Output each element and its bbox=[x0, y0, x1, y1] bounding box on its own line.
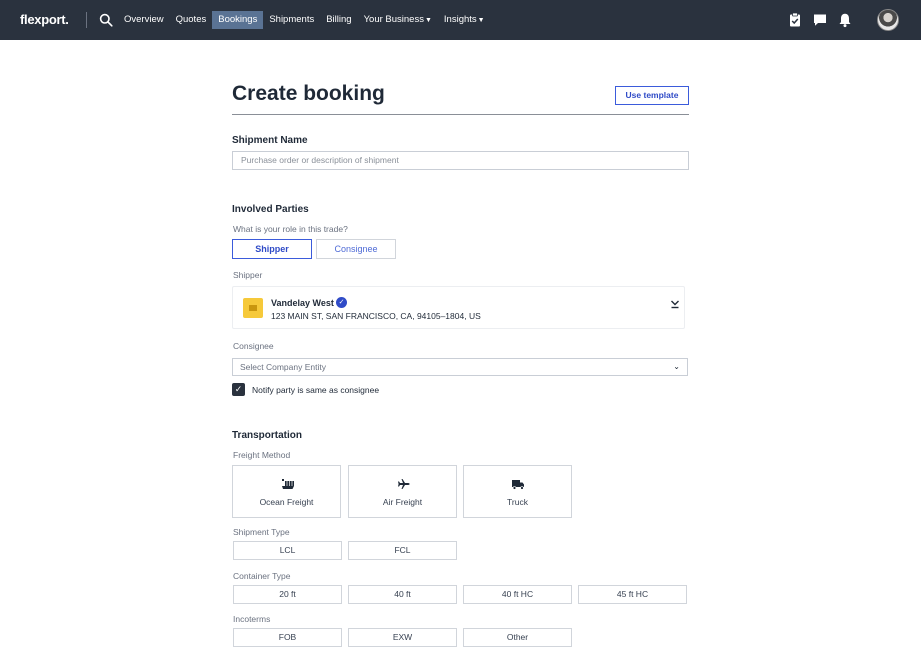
use-template-button[interactable]: Use template bbox=[615, 86, 689, 105]
container-type-40ft-hc[interactable]: 40 ft HC bbox=[463, 585, 572, 604]
shipper-card[interactable]: Vandelay West ✓ 123 MAIN ST, SAN FRANCIS… bbox=[232, 286, 685, 329]
notify-party-label: Notify party is same as consignee bbox=[252, 385, 380, 395]
role-consignee-toggle[interactable]: Consignee bbox=[316, 239, 396, 259]
container-type-40ft[interactable]: 40 ft bbox=[348, 585, 457, 604]
chevron-down-icon[interactable] bbox=[670, 298, 680, 310]
nav-item-shipments[interactable]: Shipments bbox=[263, 11, 320, 29]
avatar[interactable] bbox=[877, 9, 899, 31]
incoterm-exw[interactable]: EXW bbox=[348, 628, 457, 647]
clipboard-check-icon[interactable] bbox=[787, 12, 803, 28]
truck-icon bbox=[512, 480, 524, 490]
shipper-name: Vandelay West bbox=[271, 298, 334, 308]
container-type-20ft[interactable]: 20 ft bbox=[233, 585, 342, 604]
top-nav-bar: flexport. Overview Quotes Bookings Shipm… bbox=[0, 0, 921, 40]
nav-item-label: Quotes bbox=[175, 14, 207, 25]
nav-item-overview[interactable]: Overview bbox=[118, 11, 170, 29]
incoterms-label: Incoterms bbox=[233, 614, 271, 624]
nav-item-label: Bookings bbox=[218, 14, 258, 25]
nav-item-label: Overview bbox=[124, 14, 164, 25]
page-title: Create booking bbox=[232, 82, 385, 105]
shipment-type-label: Shipment Type bbox=[233, 527, 290, 537]
nav-item-billing[interactable]: Billing bbox=[320, 11, 357, 29]
incoterm-other[interactable]: Other bbox=[463, 628, 572, 647]
consignee-select[interactable]: Select Company Entity ⌄ bbox=[232, 358, 688, 376]
nav-item-your-business[interactable]: Your Business▼ bbox=[358, 11, 438, 29]
freight-ocean-card[interactable]: Ocean Freight bbox=[232, 465, 341, 518]
verified-check-icon: ✓ bbox=[336, 297, 347, 308]
search-icon[interactable] bbox=[99, 13, 113, 27]
freight-method-label: Freight Method bbox=[233, 450, 291, 460]
nav-menu: Overview Quotes Bookings Shipments Billi… bbox=[118, 11, 491, 29]
consignee-label: Consignee bbox=[233, 341, 274, 351]
chevron-down-icon: ▼ bbox=[424, 17, 432, 24]
chevron-down-icon: ⌄ bbox=[673, 362, 680, 371]
title-divider bbox=[232, 114, 689, 115]
freight-ocean-label: Ocean Freight bbox=[259, 497, 314, 507]
airplane-icon bbox=[398, 479, 410, 489]
shipper-address: 123 MAIN ST, SAN FRANCISCO, CA, 94105–18… bbox=[271, 311, 481, 321]
nav-item-label: Insights bbox=[443, 14, 477, 25]
involved-parties-heading: Involved Parties bbox=[232, 204, 309, 215]
nav-item-label: Billing bbox=[326, 14, 352, 25]
company-icon bbox=[243, 298, 263, 318]
nav-item-quotes[interactable]: Quotes bbox=[170, 11, 213, 29]
nav-item-bookings[interactable]: Bookings bbox=[212, 11, 264, 29]
shipment-type-lcl[interactable]: LCL bbox=[233, 541, 342, 560]
nav-item-insights[interactable]: Insights▼ bbox=[438, 11, 491, 29]
shipment-type-fcl[interactable]: FCL bbox=[348, 541, 457, 560]
freight-truck-label: Truck bbox=[507, 497, 528, 507]
container-type-label: Container Type bbox=[233, 571, 291, 581]
role-shipper-toggle[interactable]: Shipper bbox=[232, 239, 312, 259]
nav-divider bbox=[86, 12, 87, 28]
freight-air-label: Air Freight bbox=[382, 497, 423, 507]
chevron-down-icon: ▼ bbox=[477, 17, 485, 24]
bell-icon[interactable] bbox=[837, 12, 853, 28]
incoterm-fob[interactable]: FOB bbox=[233, 628, 342, 647]
flexport-logo[interactable]: flexport. bbox=[20, 12, 69, 27]
freight-air-card[interactable]: Air Freight bbox=[348, 465, 457, 518]
container-type-45ft-hc[interactable]: 45 ft HC bbox=[578, 585, 687, 604]
transportation-heading: Transportation bbox=[232, 430, 303, 441]
ship-icon bbox=[282, 479, 294, 489]
shipment-name-heading: Shipment Name bbox=[232, 135, 308, 146]
consignee-select-value: Select Company Entity bbox=[240, 362, 326, 372]
nav-item-label: Your Business bbox=[363, 14, 424, 25]
role-question: What is your role in this trade? bbox=[233, 224, 348, 234]
notify-party-checkbox[interactable]: ✓ bbox=[232, 383, 245, 396]
freight-truck-card[interactable]: Truck bbox=[463, 465, 572, 518]
chat-icon[interactable] bbox=[812, 12, 828, 28]
nav-item-label: Shipments bbox=[269, 14, 315, 25]
shipment-name-input[interactable]: Purchase order or description of shipmen… bbox=[232, 151, 689, 170]
shipper-label: Shipper bbox=[233, 270, 263, 280]
